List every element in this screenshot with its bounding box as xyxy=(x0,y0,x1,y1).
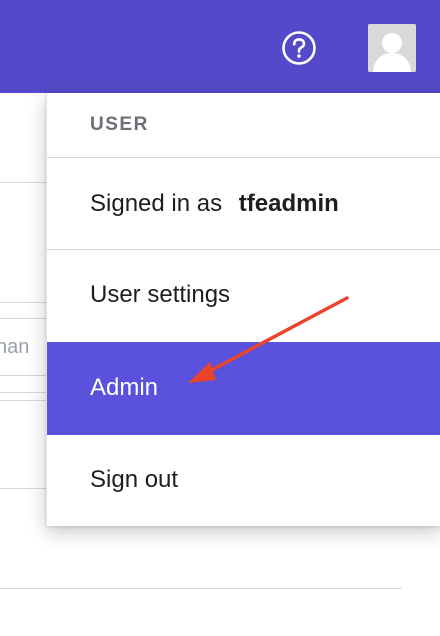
menu-item-user-settings[interactable]: User settings xyxy=(47,250,440,341)
top-navigation-bar xyxy=(0,0,440,93)
menu-item-label: User settings xyxy=(90,281,231,308)
menu-item-label: Admin xyxy=(90,374,159,401)
signed-in-info: Signed in as tfeadmin xyxy=(47,158,440,250)
menu-item-sign-out[interactable]: Sign out xyxy=(47,435,440,526)
background-divider xyxy=(0,302,46,303)
menu-item-label: Sign out xyxy=(90,466,179,493)
user-dropdown-menu: USER Signed in as tfeadmin User settings… xyxy=(46,93,440,526)
user-avatar-icon xyxy=(368,24,416,72)
background-divider xyxy=(0,392,46,393)
menu-item-admin[interactable]: Admin xyxy=(47,342,440,435)
signed-in-text: Signed in as tfeadmin xyxy=(90,190,339,218)
background-divider xyxy=(0,588,402,589)
help-button[interactable] xyxy=(280,29,318,67)
background-divider xyxy=(0,488,46,489)
background-input-text: nan xyxy=(0,336,30,358)
signed-in-username: tfeadmin xyxy=(238,190,339,217)
menu-section-header: USER xyxy=(47,93,440,158)
background-divider xyxy=(0,182,46,183)
help-circle-icon xyxy=(282,31,316,65)
background-input-field[interactable]: nan xyxy=(0,318,46,376)
signed-in-prefix: Signed in as xyxy=(90,190,223,217)
background-divider xyxy=(0,400,46,401)
user-avatar-button[interactable] xyxy=(368,24,416,72)
menu-header-label: USER xyxy=(90,114,149,135)
